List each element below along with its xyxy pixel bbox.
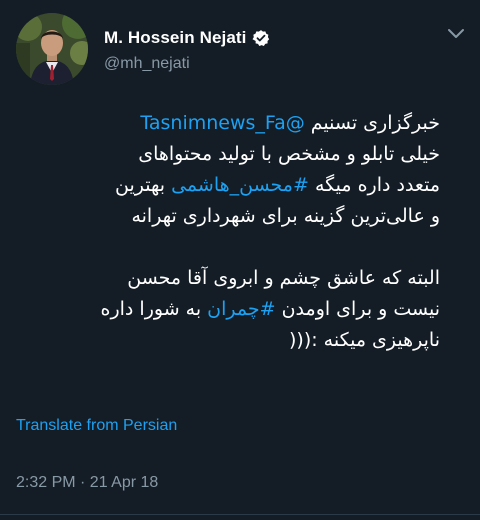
translate-link[interactable]: Translate from Persian [16, 417, 177, 435]
chevron-down-icon[interactable] [446, 26, 466, 40]
avatar[interactable] [16, 13, 88, 85]
display-name[interactable]: M. Hossein Nejati [104, 28, 246, 48]
tweet-text-segment: بهترین [115, 174, 172, 196]
tweet-line: خبرگزاری تسنیم @Tasnimnews_Fa [16, 108, 440, 139]
hashtag-link[interactable]: #چمران [207, 298, 275, 320]
tweet-text-segment: و عالی‌ترین گزینه برای شهرداری تهرانه [131, 205, 440, 227]
hashtag-link[interactable]: #محسن_هاشمی [171, 174, 309, 196]
tweet-line: نیست و برای اومدن #چمران به شورا داره [16, 294, 440, 325]
mention-link[interactable]: @Tasnimnews_Fa [140, 112, 304, 134]
tweet-text-segment: خیلی تابلو و مشخص با تولید محتواهای [138, 143, 440, 165]
profile-photo-icon [16, 13, 88, 85]
tweet-timestamp[interactable]: 2:32 PM · 21 Apr 18 [16, 474, 158, 492]
tweet-line: خیلی تابلو و مشخص با تولید محتواهای [16, 139, 440, 170]
tweet-line [16, 232, 440, 263]
name-row: M. Hossein Nejati [104, 28, 270, 48]
user-handle[interactable]: @mh_nejati [104, 55, 190, 73]
tweet-text-segment: نیست و برای اومدن [275, 298, 440, 320]
tweet-text-segment: خبرگزاری تسنیم [304, 112, 440, 134]
tweet-text: خبرگزاری تسنیم @Tasnimnews_Fa خیلی تابلو … [16, 108, 440, 356]
tweet-line: متعدد داره میگه #محسن_هاشمی بهترین [16, 170, 440, 201]
tweet-text-segment: به شورا داره [100, 298, 208, 320]
tweet-line: و عالی‌ترین گزینه برای شهرداری تهرانه [16, 201, 440, 232]
tweet-line: البته که عاشق چشم و ابروی آقا محسن [16, 263, 440, 294]
divider [0, 514, 480, 515]
tweet-card: M. Hossein Nejati @mh_nejati خبرگزاری تس… [0, 0, 480, 520]
tweet-text-segment: متعدد داره میگه [308, 174, 440, 196]
tweet-text-segment: البته که عاشق چشم و ابروی آقا محسن [127, 267, 440, 289]
tweet-text-segment: ناپرهیزی میکنه :((( [289, 329, 440, 351]
verified-badge-icon [252, 29, 270, 47]
tweet-line: ناپرهیزی میکنه :((( [16, 325, 440, 356]
